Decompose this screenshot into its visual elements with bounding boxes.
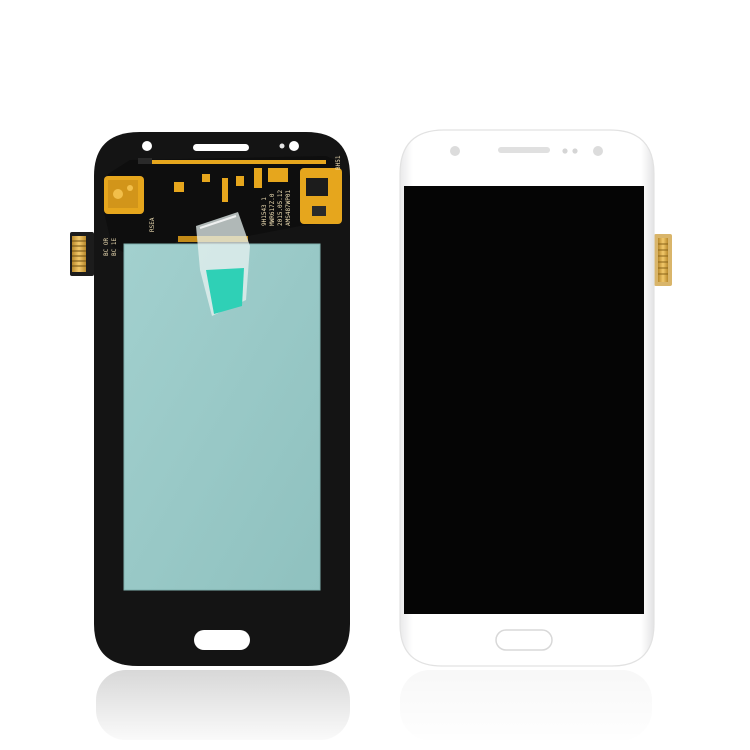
- print-line: MWR617Z.0: [269, 193, 276, 226]
- sensor-hole: [289, 141, 299, 151]
- back-panel: AMS487WP01 2015.05.12 MWR617Z.0 9H1543 1…: [70, 132, 350, 666]
- front-camera-icon: [450, 146, 460, 156]
- sensor-icon: [593, 146, 603, 156]
- display-screen: [404, 186, 644, 614]
- sensor-hole-small: [279, 143, 285, 149]
- reflection-fade: [80, 664, 680, 750]
- front-camera-hole: [142, 141, 152, 151]
- print-line: BC OR: [103, 238, 110, 256]
- light-sensor-icon: [572, 148, 578, 154]
- product-photo: AMS487WP01 2015.05.12 MWR617Z.0 9H1543 1…: [70, 129, 680, 750]
- print-line: 9H1543 1: [261, 197, 268, 226]
- side-connector: [70, 232, 94, 276]
- print-line: BH51: [335, 155, 342, 170]
- earpiece-slot: [193, 144, 249, 151]
- side-connector-right: [654, 234, 672, 286]
- print-line: 2015.05.12: [277, 189, 284, 226]
- front-panel: [399, 129, 672, 667]
- home-button[interactable]: [495, 629, 553, 651]
- print-line: BC 1E: [111, 238, 118, 256]
- print-line: AMS487WP01: [285, 189, 292, 226]
- earpiece-icon: [498, 147, 550, 153]
- proximity-sensor-icon: [562, 148, 568, 154]
- print-line: RSEA: [149, 217, 156, 232]
- home-button-cutout: [194, 630, 250, 650]
